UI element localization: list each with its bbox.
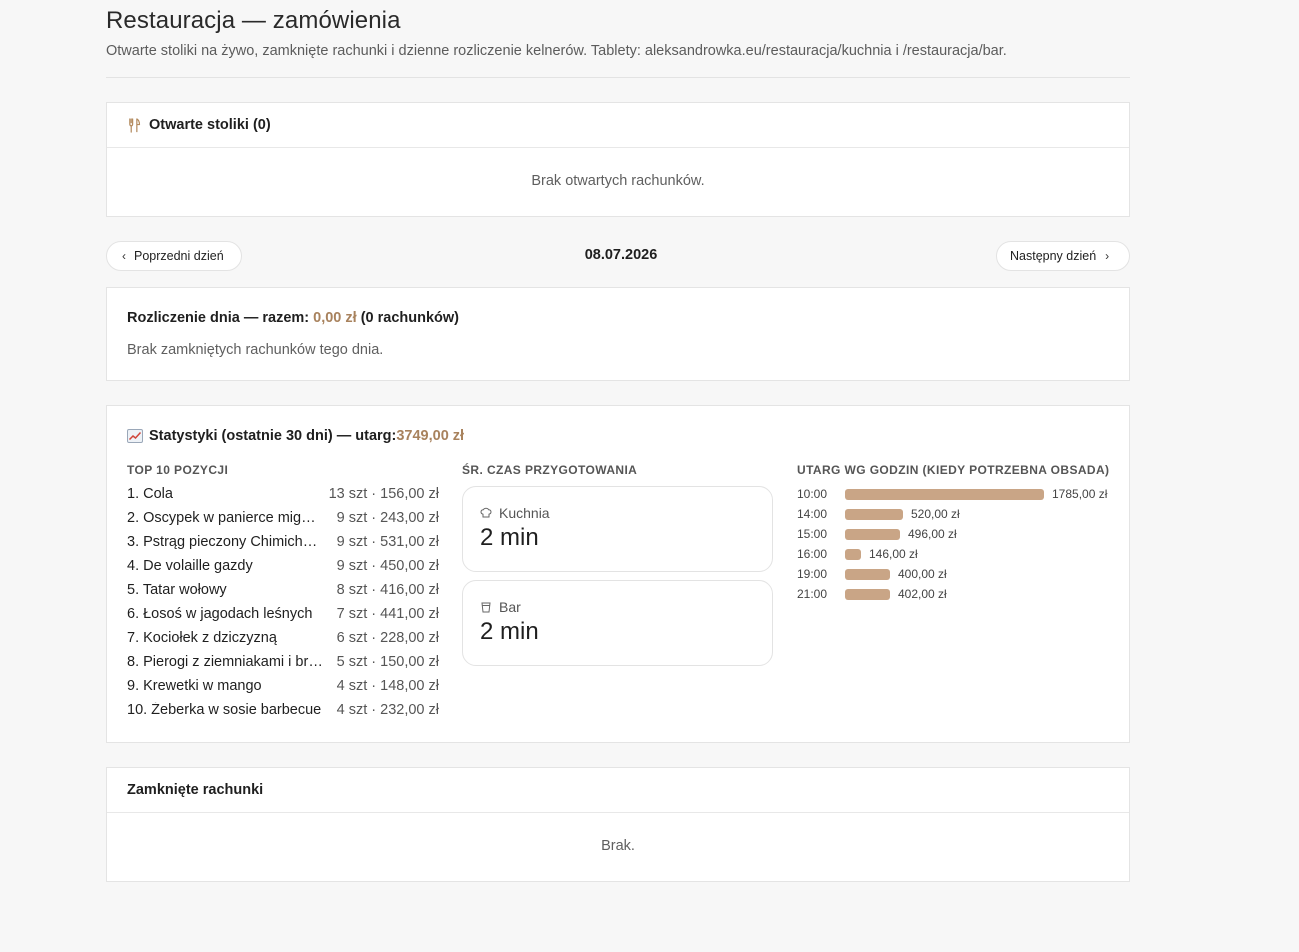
hour-bar [845,508,903,520]
hour-amount: 520,00 zł [911,507,960,521]
prep-bar-card: Bar 2 min [462,580,773,666]
top-item-name: 7. Kociołek z dziczyzną [127,630,277,646]
top-item-name: 8. Pierogi z ziemniakami i bryndzą [127,654,323,670]
top-item-value: 6 szt · 228,00 zł [336,630,439,646]
hour-amount: 146,00 zł [869,547,918,561]
hour-amount: 402,00 zł [898,587,947,601]
closed-bills-title: Zamknięte rachunki [127,782,264,798]
settlement-card: Rozliczenie dnia — razem: 0,00 zł (0 rac… [106,287,1130,381]
hour-label: 15:00 [797,527,828,541]
top-item-value: 9 szt · 243,00 zł [336,510,439,526]
top-items-label: TOP 10 POZYCJI [127,463,229,477]
prep-kitchen-value: 2 min [480,524,539,551]
open-tables-card: Otwarte stoliki (0) Brak otwartych rachu… [106,102,1130,217]
hour-amount: 496,00 zł [908,527,957,541]
settlement-title: Rozliczenie dnia — razem: 0,00 zł (0 rac… [127,310,459,326]
top-item-value: 9 szt · 531,00 zł [336,534,439,550]
current-date: 08.07.2026 [584,247,658,263]
top-item-row: 4. De volaille gazdy 9 szt · 450,00 zł [127,558,439,582]
top-item-row: 6. Łosoś w jagodach leśnych 7 szt · 441,0… [127,606,439,630]
top-item-row: 2. Oscypek w panierce migdałowej 9 szt · … [127,510,439,534]
hours-label: UTARG WG GODZIN (KIEDY POTRZEBNA OBSADA) [797,463,1110,477]
closed-bills-header: Zamknięte rachunki [107,768,1129,813]
prep-bar-value: 2 min [480,618,539,645]
hour-amount: 1785,00 zł [1052,487,1108,501]
hour-bar [845,588,890,600]
settlement-empty: Brak zamkniętych rachunków tego dnia. [127,342,384,358]
top-item-row: 5. Tatar wołowy 8 szt · 416,00 zł [127,582,439,606]
chart-up-icon [127,429,143,443]
settlement-count: (0 rachunków) [360,310,459,326]
chevron-left-icon: ‹ [122,249,126,263]
hour-bar [845,488,1044,500]
top-item-name: 9. Krewetki w mango [127,678,262,694]
hour-label: 14:00 [797,507,828,521]
hour-row: 16:00 146,00 zł [797,544,918,564]
top-item-row: 1. Cola 13 szt · 156,00 zł [127,486,439,510]
page-subtitle: Otwarte stoliki na żywo, zamknięte rachu… [106,43,1007,59]
prep-bar-label: Bar [499,599,521,615]
hour-amount: 400,00 zł [898,567,947,581]
fork-knife-icon [129,117,141,133]
stats-title: Statystyki (ostatnie 30 dni) — utarg: 37… [127,428,464,444]
top-item-value: 4 szt · 148,00 zł [336,678,439,694]
open-tables-header: Otwarte stoliki (0) [107,103,1129,148]
prep-bar-label-row: Bar [480,599,521,615]
hour-bar [845,568,890,580]
cup-icon [481,602,491,613]
top-item-value: 5 szt · 150,00 zł [336,654,439,670]
hour-row: 10:00 1785,00 zł [797,484,1107,504]
hour-label: 10:00 [797,487,828,501]
settlement-title-prefix: Rozliczenie dnia — razem: [127,310,314,326]
top-item-name: 5. Tatar wołowy [127,582,227,598]
top-item-row: 8. Pierogi z ziemniakami i bryndzą 5 szt … [127,654,439,678]
prev-day-button[interactable]: ‹ Poprzedni dzień [106,241,242,271]
chevron-right-icon: › [1105,249,1110,263]
settlement-total: 0,00 zł [313,310,357,326]
top-item-row: 10. Żeberka w sosie barbecue 4 szt · 232,… [127,702,439,726]
top-item-value: 8 szt · 416,00 zł [336,582,439,598]
hour-bar [845,548,861,560]
next-day-button[interactable]: Następny dzień › [996,241,1130,271]
top-item-value: 13 szt · 156,00 zł [328,486,439,502]
prev-day-label: Poprzedni dzień [134,249,224,263]
hour-label: 21:00 [797,587,828,601]
prep-kitchen-label: Kuchnia [499,505,550,521]
top-item-name: 4. De volaille gazdy [127,558,253,574]
stats-revenue: 3749,00 zł [396,428,465,444]
hour-row: 19:00 400,00 zł [797,564,947,584]
top-item-row: 9. Krewetki w mango 4 szt · 148,00 zł [127,678,439,702]
closed-bills-empty: Brak. [601,838,635,854]
top-item-row: 3. Pstrąg pieczony Chimichurri 9 szt · 53… [127,534,439,558]
hour-row: 14:00 520,00 zł [797,504,960,524]
next-day-label: Następny dzień [1010,249,1097,263]
open-tables-title: Otwarte stoliki (0) [149,117,271,133]
closed-bills-card: Zamknięte rachunki Brak. [106,767,1130,882]
hour-row: 21:00 402,00 zł [797,584,947,604]
hour-row: 15:00 496,00 zł [797,524,957,544]
prep-kitchen-card: Kuchnia 2 min [462,486,773,572]
top-item-name: 2. Oscypek w panierce migdałowej [127,510,323,526]
chef-hat-icon [480,507,492,518]
top-item-name: 3. Pstrąg pieczony Chimichurri [127,534,323,550]
hour-label: 16:00 [797,547,828,561]
prep-kitchen-label-row: Kuchnia [480,505,550,521]
page-title: Restauracja — zamówienia [106,7,401,34]
top-item-value: 7 szt · 441,00 zł [336,606,439,622]
top-item-value: 4 szt · 232,00 zł [336,702,439,718]
top-item-row: 7. Kociołek z dziczyzną 6 szt · 228,00 zł [127,630,439,654]
hour-bar [845,528,900,540]
stats-title-prefix: Statystyki (ostatnie 30 dni) — utarg: [149,428,397,444]
stats-card: Statystyki (ostatnie 30 dni) — utarg: 37… [106,405,1130,743]
top-item-name: 10. Żeberka w sosie barbecue [127,702,322,718]
top-item-name: 6. Łosoś w jagodach leśnych [127,606,313,622]
top-item-value: 9 szt · 450,00 zł [336,558,439,574]
hour-label: 19:00 [797,567,828,581]
header-divider [106,77,1130,78]
prep-time-label: ŚR. CZAS PRZYGOTOWANIA [462,463,638,477]
open-tables-empty: Brak otwartych rachunków. [531,173,705,189]
top-item-name: 1. Cola [127,486,173,502]
